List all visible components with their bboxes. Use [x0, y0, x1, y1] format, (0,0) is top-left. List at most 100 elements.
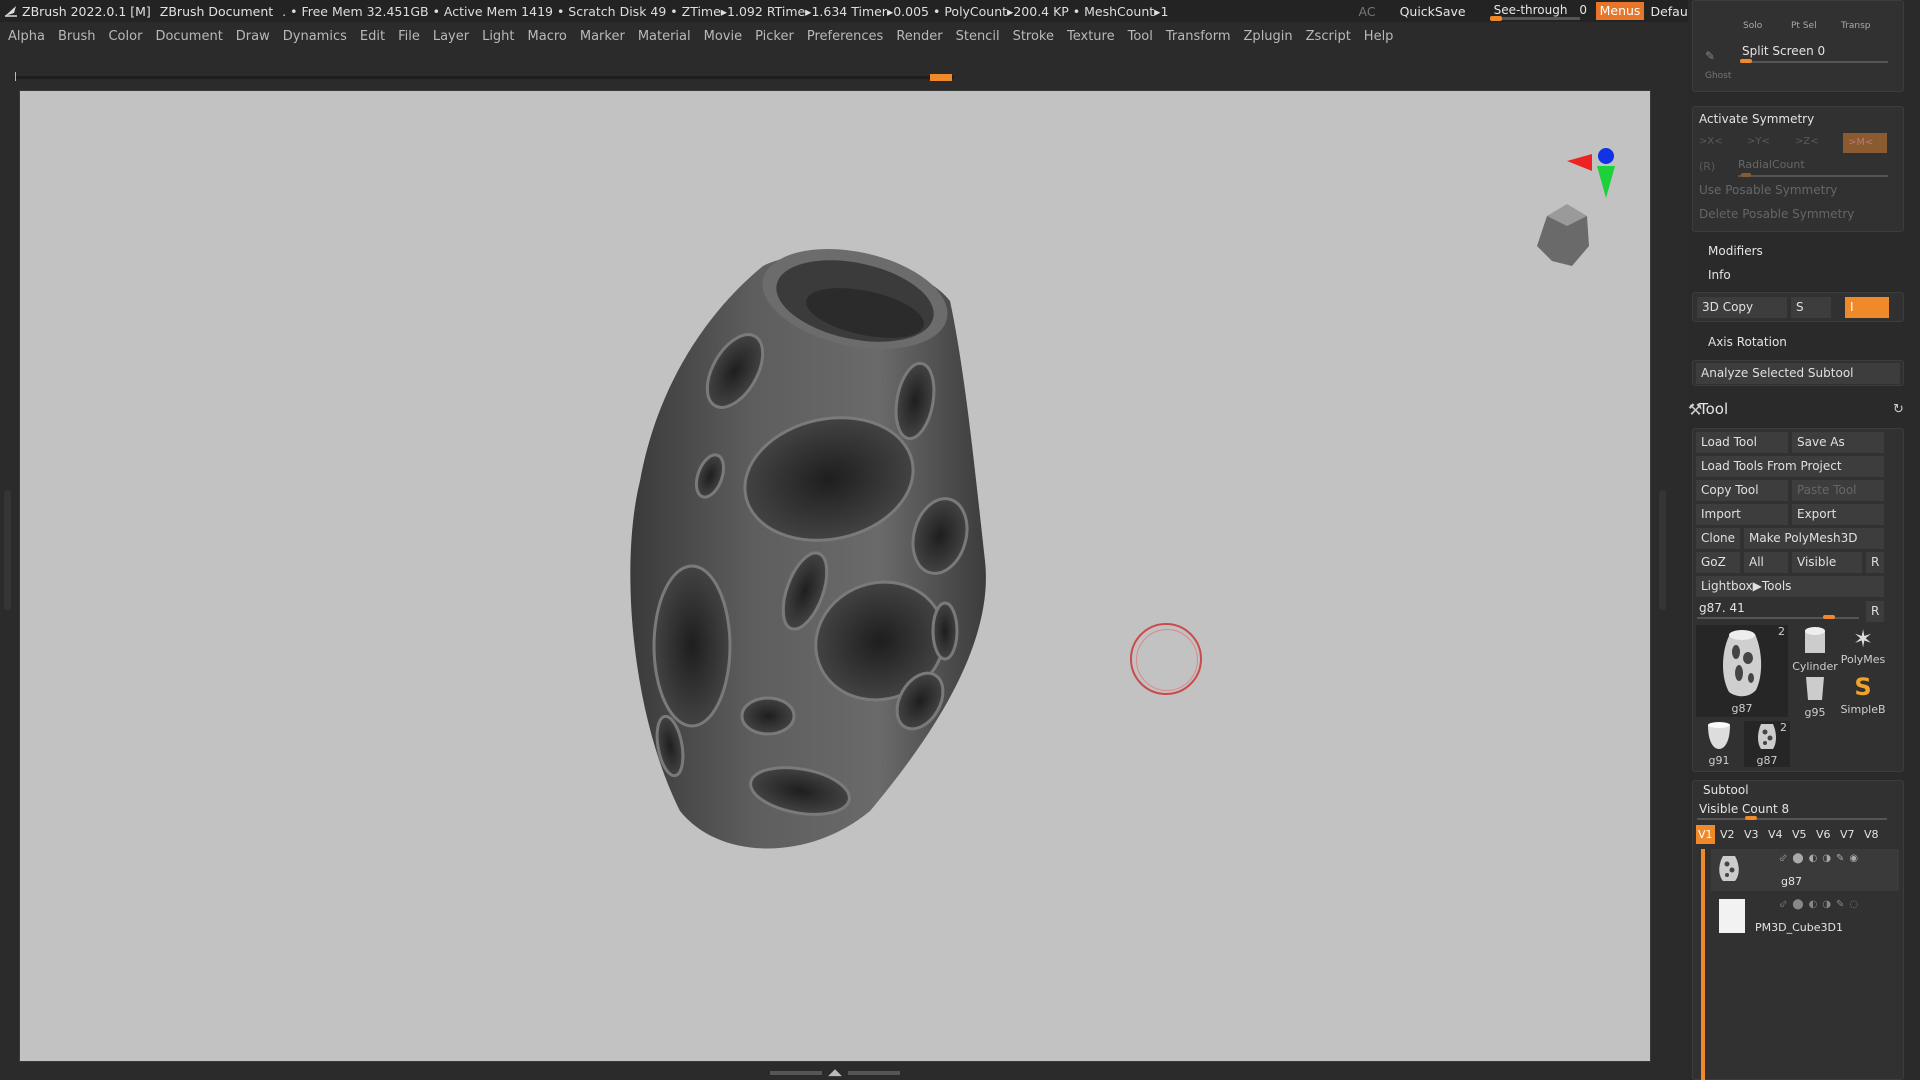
goz-visible-button[interactable]: Visible — [1792, 552, 1862, 573]
menu-stroke[interactable]: Stroke — [1013, 29, 1054, 44]
menu-document[interactable]: Document — [155, 29, 222, 44]
tool-thumb-g91[interactable]: g91 — [1696, 721, 1742, 767]
current-tool-slider[interactable]: g87. 41 — [1699, 601, 1745, 615]
version-v8-button[interactable]: V8 — [1864, 828, 1879, 841]
menu-zplugin[interactable]: Zplugin — [1244, 29, 1293, 44]
zbrush-logo-icon — [5, 6, 17, 17]
menu-light[interactable]: Light — [482, 29, 514, 44]
tool-palette-title[interactable]: Tool — [1699, 400, 1728, 418]
tool-thumb-g87-main[interactable]: 2 g87 — [1696, 625, 1788, 717]
bottom-tray-handle[interactable]: ◢◣ — [770, 1068, 900, 1078]
copy-i-button[interactable]: I — [1845, 297, 1889, 318]
delete-posable-symmetry-button[interactable]: Delete Posable Symmetry — [1699, 207, 1854, 221]
clone-button[interactable]: Clone — [1696, 528, 1740, 549]
tool-thumb-cylinder[interactable]: Cylinder — [1792, 625, 1838, 673]
copy-s-button[interactable]: S — [1791, 297, 1831, 318]
menu-draw[interactable]: Draw — [236, 29, 270, 44]
menu-dynamics[interactable]: Dynamics — [283, 29, 347, 44]
analyze-subtool-button[interactable]: Analyze Selected Subtool — [1696, 363, 1900, 384]
top-shelf[interactable] — [14, 72, 954, 82]
menu-render[interactable]: Render — [896, 29, 942, 44]
tool-r-button[interactable]: R — [1866, 601, 1884, 622]
menus-toggle[interactable]: Menus — [1595, 2, 1645, 20]
sym-r-toggle[interactable]: (R) — [1699, 160, 1715, 173]
goz-all-button[interactable]: All — [1744, 552, 1788, 573]
visible-count-slider[interactable]: Visible Count 8 — [1699, 802, 1789, 816]
tool-thumb-g87-small[interactable]: 2 g87 — [1744, 721, 1790, 767]
subtool-cube-controls-icon[interactable]: ⬃⬤◐◑✎◌ — [1779, 899, 1863, 910]
see-through-slider[interactable]: See-through 0 — [1488, 1, 1587, 21]
pt-sel-label[interactable]: Pt Sel — [1791, 21, 1817, 31]
menu-tool[interactable]: Tool — [1128, 29, 1153, 44]
right-tray-handle[interactable] — [1659, 490, 1666, 610]
info-header[interactable]: Info — [1708, 268, 1731, 282]
menu-movie[interactable]: Movie — [704, 29, 742, 44]
goz-button[interactable]: GoZ — [1696, 552, 1740, 573]
sym-m-toggle[interactable]: >M< — [1843, 133, 1887, 153]
load-tool-button[interactable]: Load Tool — [1696, 432, 1788, 453]
3d-copy-button[interactable]: 3D Copy — [1697, 297, 1787, 318]
menu-zscript[interactable]: Zscript — [1306, 29, 1351, 44]
export-button[interactable]: Export — [1792, 504, 1884, 525]
modifiers-header[interactable]: Modifiers — [1708, 244, 1763, 258]
menu-picker[interactable]: Picker — [755, 29, 794, 44]
tool-thumb-g95[interactable]: g95 — [1792, 673, 1838, 719]
ac-button[interactable]: AC — [1359, 4, 1376, 19]
menu-macro[interactable]: Macro — [528, 29, 567, 44]
version-v5-button[interactable]: V5 — [1792, 828, 1807, 841]
version-v6-button[interactable]: V6 — [1816, 828, 1831, 841]
sym-x-toggle[interactable]: >X< — [1699, 136, 1723, 147]
ghost-icon[interactable]: ✎ — [1705, 49, 1727, 69]
menu-brush[interactable]: Brush — [58, 29, 96, 44]
quicksave-button[interactable]: QuickSave — [1400, 4, 1466, 19]
make-polymesh3d-button[interactable]: Make PolyMesh3D — [1744, 528, 1884, 549]
subtool-item-cube[interactable]: ⬃⬤◐◑✎◌ PM3D_Cube3D1 — [1711, 895, 1899, 937]
document-canvas[interactable] — [19, 90, 1651, 1062]
subtool-scrollbar[interactable] — [1701, 849, 1705, 1080]
menu-transform[interactable]: Transform — [1166, 29, 1231, 44]
sym-y-toggle[interactable]: >Y< — [1747, 136, 1770, 147]
menu-alpha[interactable]: Alpha — [8, 29, 45, 44]
import-button[interactable]: Import — [1696, 504, 1788, 525]
version-v2-button[interactable]: V2 — [1720, 828, 1735, 841]
sym-z-toggle[interactable]: >Z< — [1795, 136, 1819, 147]
tool-thumb-polymesh[interactable]: ✶ PolyMes — [1840, 625, 1886, 671]
cup-icon — [1806, 677, 1824, 700]
shelf-marker[interactable] — [930, 74, 952, 81]
version-v3-button[interactable]: V3 — [1744, 828, 1759, 841]
menu-texture[interactable]: Texture — [1067, 29, 1115, 44]
menu-preferences[interactable]: Preferences — [807, 29, 883, 44]
menu-edit[interactable]: Edit — [360, 29, 385, 44]
menu-marker[interactable]: Marker — [580, 29, 625, 44]
axis-rotation-header[interactable]: Axis Rotation — [1708, 335, 1787, 349]
load-tools-from-project-button[interactable]: Load Tools From Project — [1696, 456, 1884, 477]
split-screen-slider[interactable]: Split Screen 0 — [1742, 44, 1825, 58]
save-as-button[interactable]: Save As — [1792, 432, 1884, 453]
goz-r-button[interactable]: R — [1866, 552, 1884, 573]
subtool-header[interactable]: Subtool — [1703, 783, 1749, 797]
paste-tool-button[interactable]: Paste Tool — [1792, 480, 1884, 501]
menu-material[interactable]: Material — [638, 29, 691, 44]
menu-file[interactable]: File — [398, 29, 420, 44]
version-v4-button[interactable]: V4 — [1768, 828, 1783, 841]
lightbox-tools-button[interactable]: Lightbox▶Tools — [1696, 576, 1884, 597]
tool-thumb-cylinder-label: Cylinder — [1792, 660, 1838, 673]
radial-count-slider[interactable]: RadialCount — [1738, 158, 1805, 171]
subtool-g87-controls-icon[interactable]: ⬃⬤◐◑✎◉ — [1779, 853, 1863, 864]
use-posable-symmetry-button[interactable]: Use Posable Symmetry — [1699, 183, 1837, 197]
solo-label[interactable]: Solo — [1743, 21, 1762, 31]
transp-label[interactable]: Transp — [1841, 21, 1871, 31]
menu-color[interactable]: Color — [108, 29, 142, 44]
copy-tool-button[interactable]: Copy Tool — [1696, 480, 1788, 501]
menu-help[interactable]: Help — [1364, 29, 1394, 44]
menu-stencil[interactable]: Stencil — [956, 29, 1000, 44]
left-tray-handle[interactable] — [4, 490, 11, 610]
activate-symmetry-button[interactable]: Activate Symmetry — [1699, 112, 1814, 126]
menu-layer[interactable]: Layer — [433, 29, 469, 44]
version-v1-button[interactable]: V1 — [1696, 825, 1715, 844]
version-v7-button[interactable]: V7 — [1840, 828, 1855, 841]
tool-thumb-g87-count: 2 — [1778, 625, 1785, 638]
tool-thumb-simpleb[interactable]: S SimpleB — [1840, 673, 1886, 719]
subtool-item-g87[interactable]: ⬃⬤◐◑✎◉ g87 — [1711, 849, 1899, 891]
refresh-icon[interactable]: ↻ — [1893, 402, 1904, 417]
